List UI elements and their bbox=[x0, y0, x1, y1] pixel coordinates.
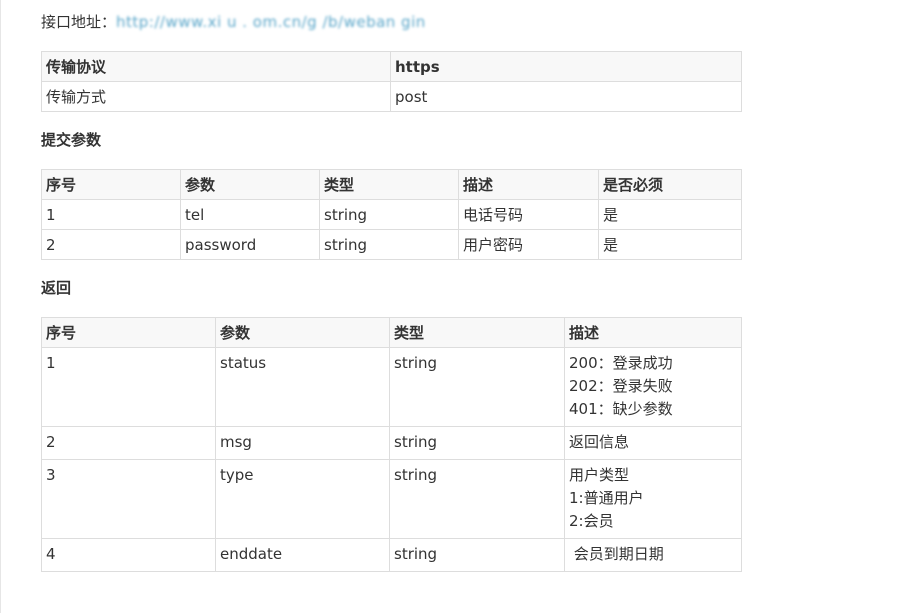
table-header-row: 传输协议 https bbox=[41, 51, 742, 82]
table-header-row: 序号 参数 类型 描述 bbox=[41, 317, 742, 348]
table-row: 2 msg string 返回信息 bbox=[41, 426, 742, 460]
table-cell-desc: 200：登录成功 202：登录失败 401：缺少参数 bbox=[564, 347, 742, 427]
api-address-link[interactable]: http://www.xi u . om.cn/g /b/weban gin bbox=[116, 13, 426, 31]
protocol-header-label: 传输协议 bbox=[41, 51, 391, 82]
table-cell: status bbox=[215, 347, 390, 427]
table-cell: post bbox=[390, 81, 742, 112]
table-cell: type bbox=[215, 459, 390, 539]
column-header-type: 类型 bbox=[389, 317, 565, 348]
table-cell: enddate bbox=[215, 538, 390, 572]
protocol-table: 传输协议 https 传输方式 post bbox=[41, 51, 742, 112]
column-header-param: 参数 bbox=[180, 169, 320, 200]
table-row: 2 password string 用户密码 是 bbox=[41, 229, 742, 260]
table-cell: string bbox=[389, 459, 565, 539]
api-address: 接口地址：http://www.xi u . om.cn/g /b/weban … bbox=[41, 10, 741, 34]
table-cell: 传输方式 bbox=[41, 81, 391, 112]
column-header-required: 是否必须 bbox=[598, 169, 742, 200]
desc-line: 200：登录成功 bbox=[569, 354, 673, 372]
table-cell: tel bbox=[180, 199, 320, 230]
table-cell: password bbox=[180, 229, 320, 260]
column-header-type: 类型 bbox=[319, 169, 459, 200]
table-cell: 是 bbox=[598, 229, 742, 260]
table-cell-desc: 用户类型 1:普通用户 2:会员 bbox=[564, 459, 742, 539]
column-header-no: 序号 bbox=[41, 317, 216, 348]
table-cell: string bbox=[319, 229, 459, 260]
api-address-label: 接口地址： bbox=[41, 13, 117, 31]
table-row: 传输方式 post bbox=[41, 81, 742, 112]
submit-params-title: 提交参数 bbox=[41, 131, 102, 149]
column-header-desc: 描述 bbox=[458, 169, 599, 200]
table-header-row: 序号 参数 类型 描述 是否必须 bbox=[41, 169, 742, 200]
column-header-no: 序号 bbox=[41, 169, 181, 200]
desc-line: 会员到期日期 bbox=[569, 545, 664, 563]
table-cell: string bbox=[389, 538, 565, 572]
table-row: 3 type string 用户类型 1:普通用户 2:会员 bbox=[41, 459, 742, 539]
table-row: 1 status string 200：登录成功 202：登录失败 401：缺少… bbox=[41, 347, 742, 427]
protocol-header-value: https bbox=[390, 51, 742, 82]
table-cell-desc: 会员到期日期 bbox=[564, 538, 742, 572]
desc-line: 401：缺少参数 bbox=[569, 400, 673, 418]
table-cell: msg bbox=[215, 426, 390, 460]
table-row: 1 tel string 电话号码 是 bbox=[41, 199, 742, 230]
table-cell: 3 bbox=[41, 459, 216, 539]
column-header-desc: 描述 bbox=[564, 317, 742, 348]
table-cell: 电话号码 bbox=[458, 199, 599, 230]
table-cell: string bbox=[389, 347, 565, 427]
desc-line: 返回信息 bbox=[569, 433, 630, 451]
return-table: 序号 参数 类型 描述 1 status string 200：登录成功 202… bbox=[41, 317, 742, 572]
table-cell: 4 bbox=[41, 538, 216, 572]
column-header-param: 参数 bbox=[215, 317, 390, 348]
table-cell: string bbox=[319, 199, 459, 230]
table-cell: 1 bbox=[41, 347, 216, 427]
desc-line: 2:会员 bbox=[569, 512, 614, 530]
table-cell: string bbox=[389, 426, 565, 460]
doc-content: 接口地址：http://www.xi u . om.cn/g /b/weban … bbox=[41, 0, 742, 572]
return-title: 返回 bbox=[41, 279, 72, 297]
table-cell: 是 bbox=[598, 199, 742, 230]
table-cell-desc: 返回信息 bbox=[564, 426, 742, 460]
desc-line: 用户类型 bbox=[569, 466, 630, 484]
params-table: 序号 参数 类型 描述 是否必须 1 tel string 电话号码 是 2 p… bbox=[41, 169, 742, 260]
desc-line: 202：登录失败 bbox=[569, 377, 673, 395]
table-cell: 用户密码 bbox=[458, 229, 599, 260]
table-row: 4 enddate string 会员到期日期 bbox=[41, 538, 742, 572]
left-border bbox=[0, 0, 1, 613]
table-cell: 1 bbox=[41, 199, 181, 230]
table-cell: 2 bbox=[41, 426, 216, 460]
table-cell: 2 bbox=[41, 229, 181, 260]
desc-line: 1:普通用户 bbox=[569, 489, 644, 507]
